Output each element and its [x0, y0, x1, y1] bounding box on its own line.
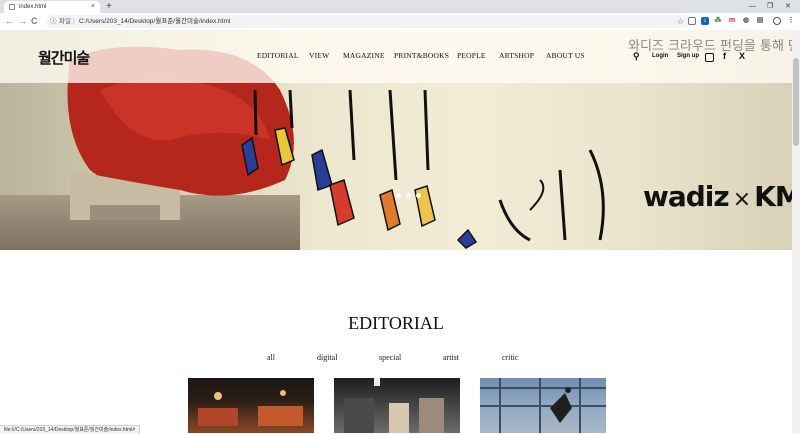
- hero-caption-x: ×: [732, 187, 751, 212]
- filter-artist[interactable]: artist: [443, 353, 459, 362]
- slider-dot[interactable]: [396, 193, 401, 198]
- page-viewport: wadiz × KM 월간미술 EDITORIAL VIEW MAGAZINE PR…: [0, 30, 792, 433]
- exhibition-photo-image: [344, 378, 444, 433]
- x-twitter-icon[interactable]: X: [739, 52, 745, 61]
- nav-magazine[interactable]: MAGAZINE: [343, 51, 385, 60]
- minimize-button[interactable]: —: [749, 0, 756, 13]
- login-link[interactable]: Login: [652, 53, 668, 59]
- top-promo-text[interactable]: 와디즈 크라우드 펀딩을 통해 만: [628, 35, 792, 54]
- hero-caption: wadiz × KM: [643, 180, 792, 213]
- filter-critic[interactable]: critic: [502, 353, 518, 362]
- m-extension-icon[interactable]: m: [728, 17, 736, 25]
- signup-link[interactable]: Sign up: [677, 53, 699, 59]
- editorial-thumbnail[interactable]: [188, 378, 314, 433]
- browser-toolbar: ← → C ⓘ 파일 | C:/Users/203_14/Desktop/월표준…: [0, 13, 800, 31]
- forward-button[interactable]: →: [18, 15, 27, 28]
- search-icon[interactable]: ⚲: [633, 52, 640, 61]
- new-tab-button[interactable]: +: [106, 0, 112, 13]
- address-bar[interactable]: ⓘ 파일 | C:/Users/203_14/Desktop/월표준/월간미술/…: [46, 15, 690, 28]
- reload-button[interactable]: C: [31, 15, 38, 28]
- browser-tab-bar: index.html × + — ❐ ✕: [0, 0, 800, 13]
- puzzle-extension-icon[interactable]: ◍: [742, 17, 750, 25]
- info-icon[interactable]: ⓘ: [50, 15, 57, 28]
- editorial-title: EDITORIAL: [348, 313, 444, 333]
- site-logo[interactable]: 월간미술: [38, 47, 90, 68]
- painted-marks-image: [241, 90, 605, 249]
- nav-artshop[interactable]: ARTSHOP: [499, 51, 534, 60]
- gallery-photo-image: [198, 390, 303, 426]
- editorial-thumbnail[interactable]: [480, 378, 606, 433]
- profile-avatar-icon[interactable]: [773, 17, 781, 25]
- download-extension-icon[interactable]: ↓: [701, 17, 709, 25]
- back-button[interactable]: ←: [5, 15, 14, 28]
- nav-about-us[interactable]: ABOUT US: [546, 51, 585, 60]
- instagram-icon[interactable]: [705, 53, 714, 62]
- camera-extension-icon[interactable]: [688, 17, 696, 25]
- protocol-label: 파일: [59, 18, 71, 25]
- filter-digital[interactable]: digital: [317, 353, 337, 362]
- hero-caption-left: wadiz: [643, 180, 730, 213]
- menu-extension-icon[interactable]: ▤: [756, 17, 764, 25]
- editorial-thumbnail[interactable]: [334, 378, 460, 433]
- green-extension-icon[interactable]: ⁂: [714, 17, 722, 25]
- filter-all[interactable]: all: [267, 353, 275, 362]
- restore-button[interactable]: ❐: [767, 0, 773, 13]
- browser-tab[interactable]: index.html ×: [4, 1, 100, 13]
- slider-dots: [396, 185, 426, 203]
- nav-view[interactable]: VIEW: [309, 51, 329, 60]
- nav-people[interactable]: PEOPLE: [457, 51, 486, 60]
- address-url[interactable]: C:/Users/203_14/Desktop/월표준/월간미술/index.h…: [79, 15, 230, 28]
- site-header: 월간미술 EDITORIAL VIEW MAGAZINE PRINT&BOOKS…: [0, 30, 792, 83]
- address-separator: |: [73, 18, 75, 25]
- tab-title: index.html: [19, 4, 47, 10]
- bookmark-star-icon[interactable]: ☆: [677, 15, 684, 28]
- facebook-icon[interactable]: f: [723, 52, 726, 61]
- slider-dot[interactable]: [406, 193, 411, 198]
- browser-menu-icon[interactable]: ⋮: [787, 17, 795, 25]
- scaffold-photo-image: [480, 378, 606, 433]
- slider-dot[interactable]: [416, 193, 421, 198]
- tab-close-icon[interactable]: ×: [91, 1, 95, 13]
- filter-special[interactable]: special: [379, 353, 401, 362]
- scrollbar-thumb[interactable]: [793, 58, 799, 146]
- page-favicon-icon: [9, 4, 15, 10]
- page-scrollbar[interactable]: [792, 30, 800, 433]
- nav-print-books[interactable]: PRINT&BOOKS: [394, 51, 449, 60]
- hero-caption-right: KM: [754, 180, 792, 213]
- nav-editorial[interactable]: EDITORIAL: [257, 51, 299, 60]
- window-close-button[interactable]: ✕: [785, 0, 791, 13]
